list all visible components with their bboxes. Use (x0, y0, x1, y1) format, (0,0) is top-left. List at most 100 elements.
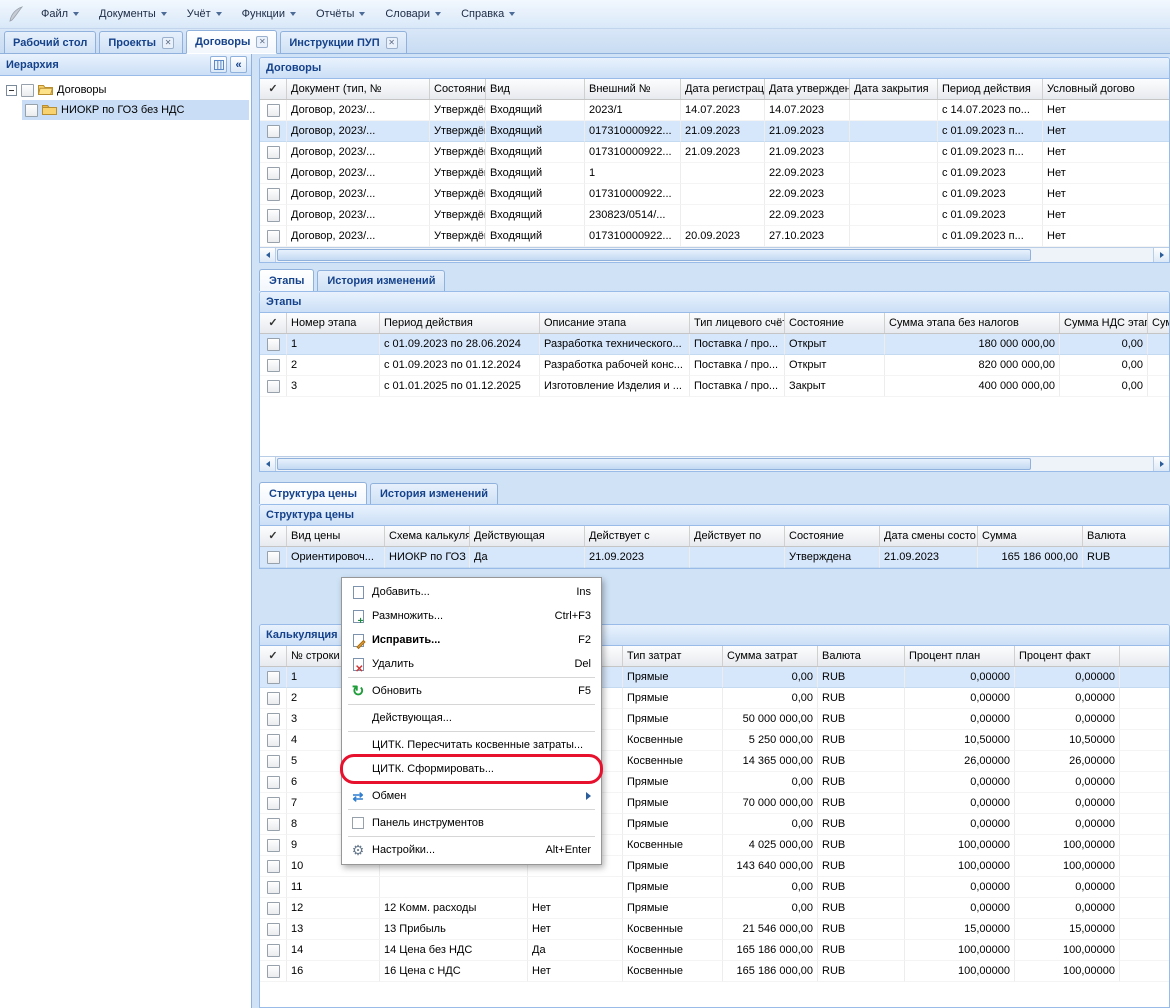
table-row[interactable]: Договор, 2023/...УтверждёнВходящий017310… (260, 184, 1169, 205)
row-checkbox[interactable] (267, 125, 280, 138)
column-header[interactable]: Дата регистрации (681, 79, 765, 99)
table-row[interactable]: 1с 01.09.2023 по 28.06.2024Разработка те… (260, 334, 1169, 355)
table-row[interactable]: Договор, 2023/...УтверждёнВходящий017310… (260, 226, 1169, 247)
select-all-header[interactable]: ✓ (260, 526, 287, 546)
tab-desktop[interactable]: Рабочий стол (4, 31, 96, 53)
tree-item-niokr[interactable]: НИОКР по ГОЗ без НДС (2, 100, 249, 120)
tree-checkbox[interactable] (25, 104, 38, 117)
column-header[interactable]: Процент план (905, 646, 1015, 666)
scroll-left-icon[interactable] (260, 457, 276, 471)
close-icon[interactable]: ✕ (162, 37, 174, 49)
row-checkbox[interactable] (267, 338, 280, 351)
row-checkbox[interactable] (267, 188, 280, 201)
column-header[interactable]: Номер этапа (287, 313, 380, 333)
column-header[interactable]: Внешний № (585, 79, 681, 99)
row-checkbox[interactable] (267, 146, 280, 159)
column-header[interactable]: Действует по (690, 526, 785, 546)
column-header[interactable]: Вид (486, 79, 585, 99)
column-header[interactable]: Состояние (785, 313, 885, 333)
column-header[interactable]: Период действия (380, 313, 540, 333)
row-checkbox[interactable] (267, 818, 280, 831)
tab-price-history[interactable]: История изменений (370, 483, 498, 504)
tree-item-contracts[interactable]: Договоры (2, 80, 249, 100)
column-header[interactable]: Дата утверждения (765, 79, 850, 99)
menu-item-citk-form[interactable]: ЦИТК. Сформировать... (344, 757, 599, 781)
table-row[interactable]: Ориентировоч...НИОКР по ГОЗ ...Да21.09.2… (260, 547, 1169, 568)
column-header[interactable]: Состояние (785, 526, 880, 546)
row-checkbox[interactable] (267, 902, 280, 915)
table-row[interactable]: 11Прямые0,00RUB0,000000,00000 (260, 877, 1169, 898)
menu-documents[interactable]: Документы (90, 4, 176, 24)
row-checkbox[interactable] (267, 713, 280, 726)
column-header[interactable]: Схема калькуляци (385, 526, 470, 546)
menu-accounting[interactable]: Учёт (178, 4, 231, 24)
table-row[interactable]: 2с 01.09.2023 по 01.12.2024Разработка ра… (260, 355, 1169, 376)
scrollbar-thumb[interactable] (277, 249, 1031, 261)
scrollbar-thumb[interactable] (277, 458, 1031, 470)
table-row[interactable]: 3с 01.01.2025 по 01.12.2025Изготовление … (260, 376, 1169, 397)
row-checkbox[interactable] (267, 965, 280, 978)
column-header[interactable]: Валюта (1083, 526, 1169, 546)
table-row[interactable]: Договор, 2023/...УтверждёнВходящий230823… (260, 205, 1169, 226)
tab-contracts[interactable]: Договоры✕ (186, 30, 277, 54)
column-header[interactable]: Действует с (585, 526, 690, 546)
row-checkbox[interactable] (267, 692, 280, 705)
select-all-header[interactable]: ✓ (260, 313, 287, 333)
row-checkbox[interactable] (267, 839, 280, 852)
row-checkbox[interactable] (267, 167, 280, 180)
row-checkbox[interactable] (267, 671, 280, 684)
columns-icon[interactable] (210, 56, 227, 73)
tree-checkbox[interactable] (21, 84, 34, 97)
column-header[interactable]: Документ (тип, № (287, 79, 430, 99)
column-header[interactable]: Сумма этапа без налогов (885, 313, 1060, 333)
row-checkbox[interactable] (267, 755, 280, 768)
menu-item-add[interactable]: Добавить... Ins (344, 580, 599, 604)
menu-help[interactable]: Справка (452, 4, 524, 24)
row-checkbox[interactable] (267, 359, 280, 372)
row-checkbox[interactable] (267, 776, 280, 789)
menu-item-exchange[interactable]: ⇄ Обмен (344, 784, 599, 808)
table-row[interactable]: Договор, 2023/...УтверждёнВходящий017310… (260, 142, 1169, 163)
table-row[interactable]: 1414 Цена без НДСДаКосвенные165 186 000,… (260, 940, 1169, 961)
collapse-panel-icon[interactable]: « (230, 56, 247, 73)
tab-pup-instructions[interactable]: Инструкции ПУП✕ (280, 31, 406, 53)
column-header[interactable]: Описание этапа (540, 313, 690, 333)
row-checkbox[interactable] (267, 944, 280, 957)
table-row[interactable]: 1212 Комм. расходыНетПрямые0,00RUB0,0000… (260, 898, 1169, 919)
row-checkbox[interactable] (267, 380, 280, 393)
column-header[interactable]: Дата смены состо (880, 526, 978, 546)
menu-item-active-price[interactable]: Действующая... (344, 706, 599, 730)
table-row[interactable]: Договор, 2023/...УтверждёнВходящий2023/1… (260, 100, 1169, 121)
table-row[interactable]: 1616 Цена с НДСНетКосвенные165 186 000,0… (260, 961, 1169, 982)
menu-functions[interactable]: Функции (233, 4, 305, 24)
collapse-node-icon[interactable] (6, 85, 17, 96)
table-row[interactable]: 1313 ПрибыльНетКосвенные21 546 000,00RUB… (260, 919, 1169, 940)
column-header[interactable]: Сумм (1148, 313, 1169, 333)
tab-stages[interactable]: Этапы (259, 269, 314, 291)
menu-reports[interactable]: Отчёты (307, 4, 374, 24)
select-all-header[interactable]: ✓ (260, 646, 287, 666)
menu-item-refresh[interactable]: ↻ Обновить F5 (344, 679, 599, 703)
row-checkbox[interactable] (267, 104, 280, 117)
column-header[interactable]: Процент факт (1015, 646, 1120, 666)
column-header[interactable]: Период действия (938, 79, 1043, 99)
menu-item-toolbar[interactable]: Панель инструментов (344, 811, 599, 835)
column-header[interactable]: Действующая (470, 526, 585, 546)
menu-item-citk-recalculate[interactable]: ЦИТК. Пересчитать косвенные затраты... (344, 733, 599, 757)
table-row[interactable]: Договор, 2023/...УтверждёнВходящий017310… (260, 121, 1169, 142)
column-header[interactable]: Тип затрат (623, 646, 723, 666)
column-header[interactable]: Вид цены (287, 526, 385, 546)
menu-dictionaries[interactable]: Словари (376, 4, 450, 24)
close-icon[interactable]: ✕ (256, 36, 268, 48)
row-checkbox[interactable] (267, 209, 280, 222)
menu-item-duplicate[interactable]: + Размножить... Ctrl+F3 (344, 604, 599, 628)
row-checkbox[interactable] (267, 734, 280, 747)
menu-file[interactable]: Файл (32, 4, 88, 24)
table-row[interactable]: Договор, 2023/...УтверждёнВходящий122.09… (260, 163, 1169, 184)
row-checkbox[interactable] (267, 881, 280, 894)
column-header[interactable]: Условный догово (1043, 79, 1169, 99)
row-checkbox[interactable] (267, 551, 280, 564)
scroll-right-icon[interactable] (1153, 457, 1169, 471)
row-checkbox[interactable] (267, 923, 280, 936)
scroll-right-icon[interactable] (1153, 248, 1169, 262)
